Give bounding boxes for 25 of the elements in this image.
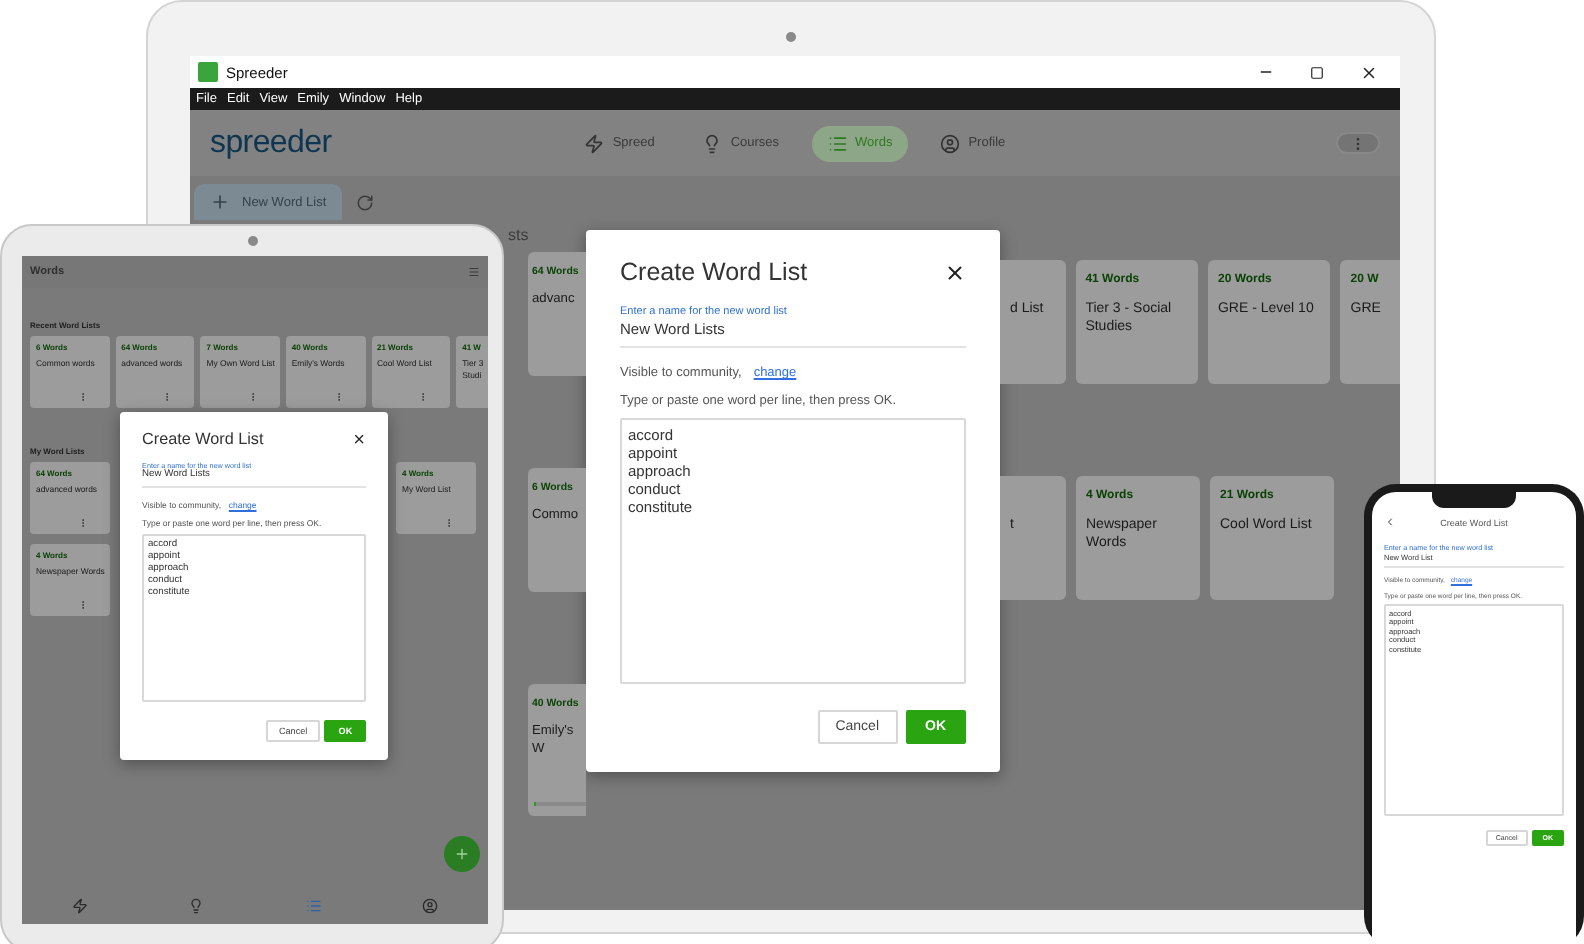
menu-icon[interactable] (468, 266, 480, 278)
camera-icon (247, 236, 257, 246)
avatar-icon (421, 898, 438, 914)
section-heading: sts (508, 226, 529, 244)
list-icon (305, 898, 322, 914)
close-icon[interactable] (944, 261, 966, 283)
lightbulb-icon (188, 898, 205, 914)
lightbulb-icon (702, 133, 723, 153)
nav-tab[interactable] (188, 898, 205, 914)
plus-icon (454, 846, 470, 862)
lightning-icon (72, 898, 89, 914)
close-icon[interactable] (351, 432, 366, 447)
logo[interactable]: spreeder (210, 125, 332, 161)
avatar-icon (940, 133, 961, 153)
dialog-title: Create Word List (620, 258, 808, 286)
app-icon (198, 62, 218, 82)
phone-notch (1432, 492, 1516, 508)
nav-tab[interactable] (421, 898, 438, 914)
camera-icon (786, 32, 796, 42)
nav-tab[interactable] (72, 898, 89, 914)
lightning-icon (584, 133, 605, 153)
plus-icon (210, 192, 230, 212)
dialog-title: Create Word List (142, 430, 264, 449)
add-button[interactable] (444, 836, 480, 872)
refresh-icon[interactable] (356, 193, 375, 211)
